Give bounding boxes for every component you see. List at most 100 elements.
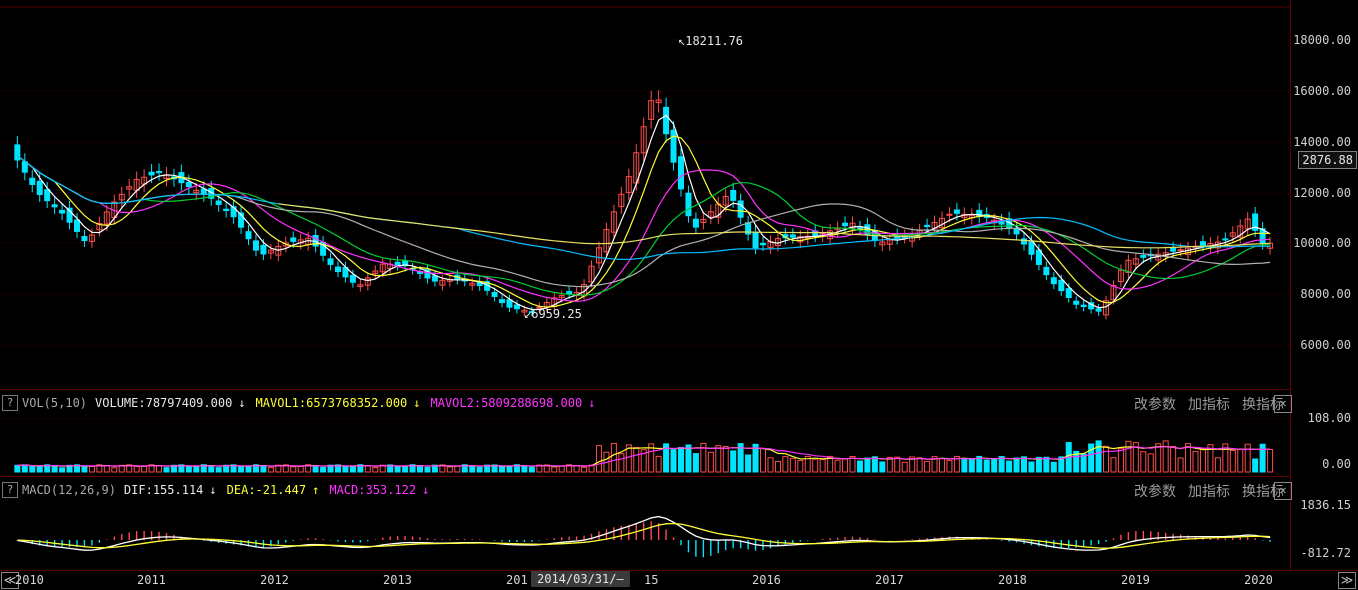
year-label: 2018 bbox=[998, 573, 1027, 587]
candle bbox=[1013, 222, 1020, 241]
volume-bar bbox=[745, 454, 752, 473]
add-indicator-button[interactable]: 加指标 bbox=[1188, 394, 1230, 414]
volume-bar bbox=[573, 465, 580, 473]
volume-close-button[interactable]: ✕ bbox=[1274, 395, 1292, 413]
volume-bar bbox=[103, 464, 110, 473]
volume-bar bbox=[715, 445, 722, 473]
candle bbox=[640, 117, 647, 162]
volume-bar bbox=[267, 467, 274, 473]
volume-bar bbox=[595, 445, 602, 473]
modify-params-button[interactable]: 改参数 bbox=[1134, 481, 1176, 501]
current-price-box: 2876.88 bbox=[1298, 151, 1357, 169]
macd-separator bbox=[0, 476, 1290, 477]
candle bbox=[752, 225, 759, 255]
volume-bar bbox=[1110, 457, 1117, 473]
candle bbox=[163, 166, 170, 187]
macd-indicator-name[interactable]: MACD(12,26,9) bbox=[22, 483, 116, 497]
year-label: 2010 bbox=[15, 573, 44, 587]
candle bbox=[29, 170, 36, 193]
price-tick: 14000.00 bbox=[1293, 135, 1351, 149]
volume-bar bbox=[446, 466, 453, 473]
right-axis: 18000.00 16000.00 14000.00 2876.88 12000… bbox=[1290, 0, 1358, 570]
volume-axis-top: 108.00 bbox=[1307, 411, 1351, 425]
volume-chart[interactable] bbox=[0, 412, 1290, 476]
add-indicator-button[interactable]: 加指标 bbox=[1188, 481, 1230, 501]
macd-close-button[interactable]: ✕ bbox=[1274, 482, 1292, 500]
volume-bar bbox=[871, 456, 878, 473]
volume-bar bbox=[760, 448, 767, 473]
candle bbox=[1050, 272, 1057, 290]
volume-bar bbox=[1162, 440, 1169, 473]
candle bbox=[238, 205, 245, 234]
volume-bar bbox=[364, 465, 371, 473]
candle bbox=[21, 153, 28, 181]
candle bbox=[677, 148, 684, 197]
macd-help-button[interactable]: ? bbox=[2, 482, 18, 498]
volume-indicator-name[interactable]: VOL(5,10) bbox=[22, 396, 87, 410]
time-axis: ≪ 2010 2011 2012 2013 201 15 2016 2017 2… bbox=[0, 570, 1358, 590]
volume-bar bbox=[1103, 445, 1110, 473]
volume-bar bbox=[81, 466, 88, 473]
candle bbox=[252, 234, 259, 257]
volume-bar bbox=[312, 465, 319, 473]
dea-arrow-icon: ↑ bbox=[312, 483, 320, 497]
volume-bar bbox=[1259, 443, 1266, 473]
date-tooltip: 2014/03/31/— bbox=[531, 571, 630, 587]
volume-bar bbox=[372, 466, 379, 473]
candle bbox=[812, 224, 819, 243]
macd-tools: 改参数 加指标 换指标 bbox=[1122, 481, 1284, 501]
scroll-right-button[interactable]: ≫ bbox=[1338, 572, 1356, 589]
candle bbox=[118, 186, 125, 208]
volume-bar bbox=[707, 451, 714, 473]
candle bbox=[648, 90, 655, 129]
volume-bar bbox=[797, 459, 804, 473]
candle bbox=[223, 202, 230, 218]
candle bbox=[357, 279, 364, 292]
volume-bar bbox=[782, 456, 789, 473]
candle bbox=[655, 90, 662, 113]
volume-bar bbox=[1095, 440, 1102, 473]
modify-params-button[interactable]: 改参数 bbox=[1134, 394, 1176, 414]
volume-bar bbox=[215, 467, 222, 473]
candlesticks bbox=[14, 90, 1274, 320]
volume-bar bbox=[320, 467, 327, 473]
volume-bar bbox=[1170, 446, 1177, 473]
volume-tools: 改参数 加指标 换指标 bbox=[1122, 394, 1284, 414]
volume-bar bbox=[402, 465, 409, 473]
price-chart[interactable] bbox=[0, 0, 1290, 388]
volume-bar bbox=[879, 461, 886, 473]
candle bbox=[126, 178, 133, 197]
candle bbox=[1103, 295, 1110, 320]
candle bbox=[230, 199, 237, 224]
volume-help-button[interactable]: ? bbox=[2, 395, 18, 411]
volume-bar bbox=[417, 465, 424, 473]
mavol1-value: MAVOL1:6573768352.000 bbox=[255, 396, 408, 410]
volume-bar bbox=[1117, 447, 1124, 473]
year-label: 2016 bbox=[752, 573, 781, 587]
candle bbox=[81, 230, 88, 248]
ma-line bbox=[17, 155, 1271, 261]
volume-bar bbox=[238, 466, 245, 473]
volume-bar bbox=[297, 465, 304, 473]
candle bbox=[595, 241, 602, 269]
volume-bar bbox=[670, 449, 677, 473]
candle bbox=[789, 228, 796, 244]
candle bbox=[618, 186, 625, 214]
price-tick: 6000.00 bbox=[1300, 338, 1351, 352]
price-tick: 10000.00 bbox=[1293, 236, 1351, 250]
volume-header: ? VOL(5,10) VOLUME:78797409.000 ↓ MAVOL1… bbox=[0, 393, 605, 413]
volume-bar bbox=[521, 465, 528, 473]
candle bbox=[849, 216, 856, 235]
volume-bar bbox=[924, 460, 931, 473]
volume-bar bbox=[677, 446, 684, 473]
volume-bar bbox=[834, 459, 841, 473]
year-label: 2019 bbox=[1121, 573, 1150, 587]
ma-line bbox=[17, 155, 1271, 302]
macd-chart[interactable] bbox=[0, 500, 1290, 570]
volume-bar bbox=[842, 458, 849, 473]
volume-bar bbox=[938, 457, 945, 473]
year-label: 15 bbox=[644, 573, 659, 587]
volume-bar bbox=[983, 459, 990, 473]
volume-bar bbox=[454, 465, 461, 473]
price-tick: 16000.00 bbox=[1293, 84, 1351, 98]
